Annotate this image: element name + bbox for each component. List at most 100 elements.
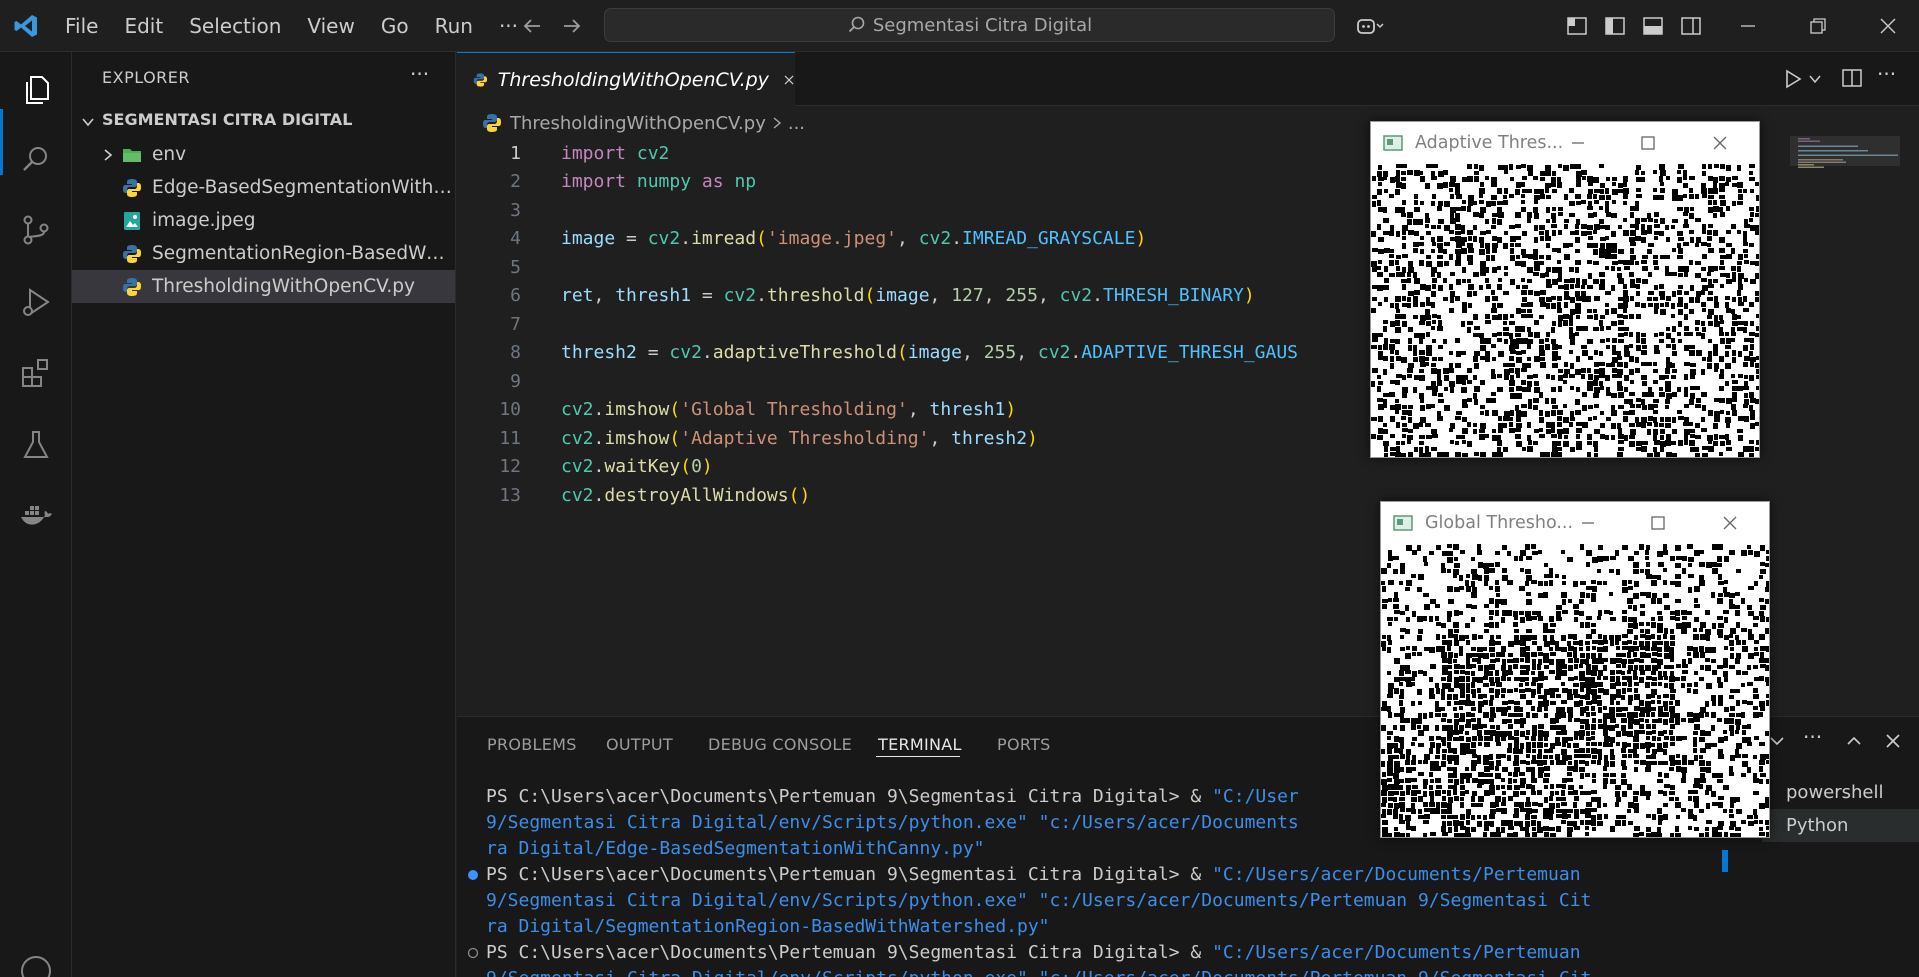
- code-line: import numpy as np: [561, 171, 757, 192]
- copilot-icon[interactable]: [1355, 14, 1385, 38]
- run-python-icon[interactable]: [1782, 68, 1804, 90]
- toggle-secondary-sidebar-icon[interactable]: [1679, 14, 1703, 38]
- minimize-icon[interactable]: [1569, 134, 1587, 152]
- command-center-search[interactable]: Segmentasi Citra Digital: [604, 8, 1335, 42]
- maximize-icon[interactable]: [1649, 514, 1667, 532]
- breadcrumb-symbol[interactable]: ...: [788, 113, 805, 134]
- line-number: 10: [499, 399, 521, 420]
- line-number: 13: [499, 485, 521, 506]
- testing-flask-icon[interactable]: [18, 427, 54, 463]
- toggle-primary-sidebar-icon[interactable]: [1603, 14, 1627, 38]
- search-icon[interactable]: [18, 142, 54, 178]
- tab-output[interactable]: OUTPUT: [606, 735, 673, 754]
- command-running-dot-icon[interactable]: [467, 947, 479, 959]
- maximize-panel-icon[interactable]: [1844, 731, 1864, 751]
- global-threshold-window[interactable]: Global Thresho...: [1380, 501, 1770, 838]
- code-line: image = cv2.imread('image.jpeg', cv2.IMR…: [561, 228, 1147, 249]
- tree-item-edge-based[interactable]: Edge-BasedSegmentationWithCanny.py: [72, 171, 455, 204]
- maximize-icon[interactable]: [1639, 134, 1657, 152]
- python-file-icon: [483, 114, 501, 132]
- close-icon[interactable]: [1721, 514, 1739, 532]
- terminal-item-powershell[interactable]: powershell: [1762, 776, 1919, 809]
- source-control-icon[interactable]: [18, 212, 54, 248]
- menu-view[interactable]: View: [294, 14, 367, 38]
- tree-item-env[interactable]: env: [72, 138, 455, 171]
- tree-item-thresholding[interactable]: ThresholdingWithOpenCV.py: [72, 270, 455, 303]
- menu-edit[interactable]: Edit: [111, 14, 176, 38]
- minimap[interactable]: [1790, 136, 1900, 716]
- code-line: ret, thresh1 = cv2.threshold(image, 127,…: [561, 285, 1255, 306]
- editor-tab-thresholding[interactable]: ThresholdingWithOpenCV.py: [457, 52, 795, 106]
- tab-debug-console[interactable]: DEBUG CONSOLE: [708, 735, 852, 754]
- back-arrow-icon[interactable]: [520, 14, 544, 38]
- opencv-window-icon: [1393, 515, 1413, 531]
- workspace-folder-title[interactable]: SEGMENTASI CITRA DIGITAL: [102, 110, 352, 129]
- docker-icon[interactable]: [18, 499, 54, 535]
- window-title-bar[interactable]: Adaptive Thres...: [1371, 122, 1759, 164]
- customize-layout-icon[interactable]: [1565, 14, 1589, 38]
- editor-more-actions-icon[interactable]: ···: [1877, 62, 1896, 86]
- explorer-icon[interactable]: [18, 71, 54, 107]
- accounts-icon[interactable]: [18, 947, 54, 977]
- close-tab-icon[interactable]: [783, 71, 795, 89]
- menu-run[interactable]: Run: [422, 14, 486, 38]
- run-debug-icon[interactable]: [18, 284, 54, 320]
- chevron-down-icon[interactable]: [80, 114, 96, 130]
- window-title: Adaptive Thres...: [1415, 133, 1564, 153]
- vscode-logo-icon[interactable]: [13, 13, 39, 39]
- command-success-dot-icon[interactable]: [467, 869, 479, 881]
- python-file-icon: [123, 178, 141, 197]
- active-tab-underline: [876, 756, 960, 757]
- adaptive-threshold-window[interactable]: Adaptive Thres...: [1370, 121, 1760, 458]
- minimize-icon[interactable]: [1736, 14, 1760, 38]
- restore-icon[interactable]: [1806, 14, 1830, 38]
- terminal-line[interactable]: ra Digital/Edge-BasedSegmentationWithCan…: [486, 838, 985, 859]
- tab-terminal[interactable]: TERMINAL: [878, 735, 962, 754]
- close-window-icon[interactable]: [1876, 14, 1900, 38]
- python-file-icon: [123, 277, 141, 296]
- tree-item-segmentation-region[interactable]: SegmentationRegion-BasedWithWatershed.py: [72, 237, 447, 270]
- image-file-icon: [124, 211, 140, 230]
- title-bar: File Edit Selection View Go Run ··· Segm…: [0, 0, 1919, 52]
- extensions-icon[interactable]: [18, 355, 54, 391]
- terminal-item-python[interactable]: Python: [1762, 809, 1919, 842]
- line-number: 12: [499, 456, 521, 477]
- menu-selection[interactable]: Selection: [176, 14, 294, 38]
- tree-item-label: env: [152, 144, 187, 165]
- terminal-scroll-indicator[interactable]: [1722, 850, 1728, 872]
- minimize-icon[interactable]: [1579, 514, 1597, 532]
- chevron-down-icon[interactable]: [1767, 731, 1787, 751]
- line-number: 3: [510, 200, 521, 221]
- code-line: import cv2: [561, 143, 670, 164]
- panel-more-icon[interactable]: ···: [1803, 725, 1822, 749]
- close-panel-icon[interactable]: [1883, 731, 1903, 751]
- terminal-line[interactable]: PS C:\Users\acer\Documents\Pertemuan 9\S…: [486, 942, 1581, 963]
- split-editor-icon[interactable]: [1841, 67, 1863, 89]
- tab-ports[interactable]: PORTS: [997, 735, 1051, 754]
- forward-arrow-icon[interactable]: [560, 14, 584, 38]
- menu-file[interactable]: File: [52, 14, 111, 38]
- tab-problems[interactable]: PROBLEMS: [487, 735, 577, 754]
- window-title-bar[interactable]: Global Thresho...: [1381, 502, 1769, 544]
- code-line: cv2.imshow('Adaptive Thresholding', thre…: [561, 428, 1038, 449]
- explorer-title: EXPLORER: [102, 68, 190, 87]
- terminal-line[interactable]: 9/Segmentasi Citra Digital/env/Scripts/p…: [486, 812, 1299, 833]
- close-icon[interactable]: [1711, 134, 1729, 152]
- toggle-panel-icon[interactable]: [1641, 14, 1665, 38]
- terminal-line[interactable]: 9/Segmentasi Citra Digital/env/Scripts/p…: [486, 890, 1591, 911]
- terminal-line[interactable]: 9/Segmentasi Citra Digital/env/Scripts/p…: [486, 968, 1591, 977]
- opencv-window-icon: [1383, 135, 1403, 151]
- chevron-down-icon[interactable]: [1808, 72, 1822, 86]
- menu-bar: File Edit Selection View Go Run ···: [52, 0, 531, 52]
- menu-go[interactable]: Go: [368, 14, 422, 38]
- more-actions-icon[interactable]: ···: [410, 62, 429, 86]
- tree-item-image-jpeg[interactable]: image.jpeg: [72, 204, 455, 237]
- terminal-line[interactable]: ra Digital/SegmentationRegion-BasedWithW…: [486, 916, 1050, 937]
- terminal-line[interactable]: PS C:\Users\acer\Documents\Pertemuan 9\S…: [486, 786, 1299, 807]
- minimap-slider[interactable]: [1790, 136, 1900, 166]
- tree-item-label: Edge-BasedSegmentationWithCanny.py: [152, 177, 455, 198]
- editor-tab-bar: ThresholdingWithOpenCV.py ···: [457, 52, 1919, 106]
- terminal-line[interactable]: PS C:\Users\acer\Documents\Pertemuan 9\S…: [486, 864, 1581, 885]
- breadcrumb-file[interactable]: ThresholdingWithOpenCV.py: [510, 113, 766, 134]
- active-indicator: [0, 109, 3, 175]
